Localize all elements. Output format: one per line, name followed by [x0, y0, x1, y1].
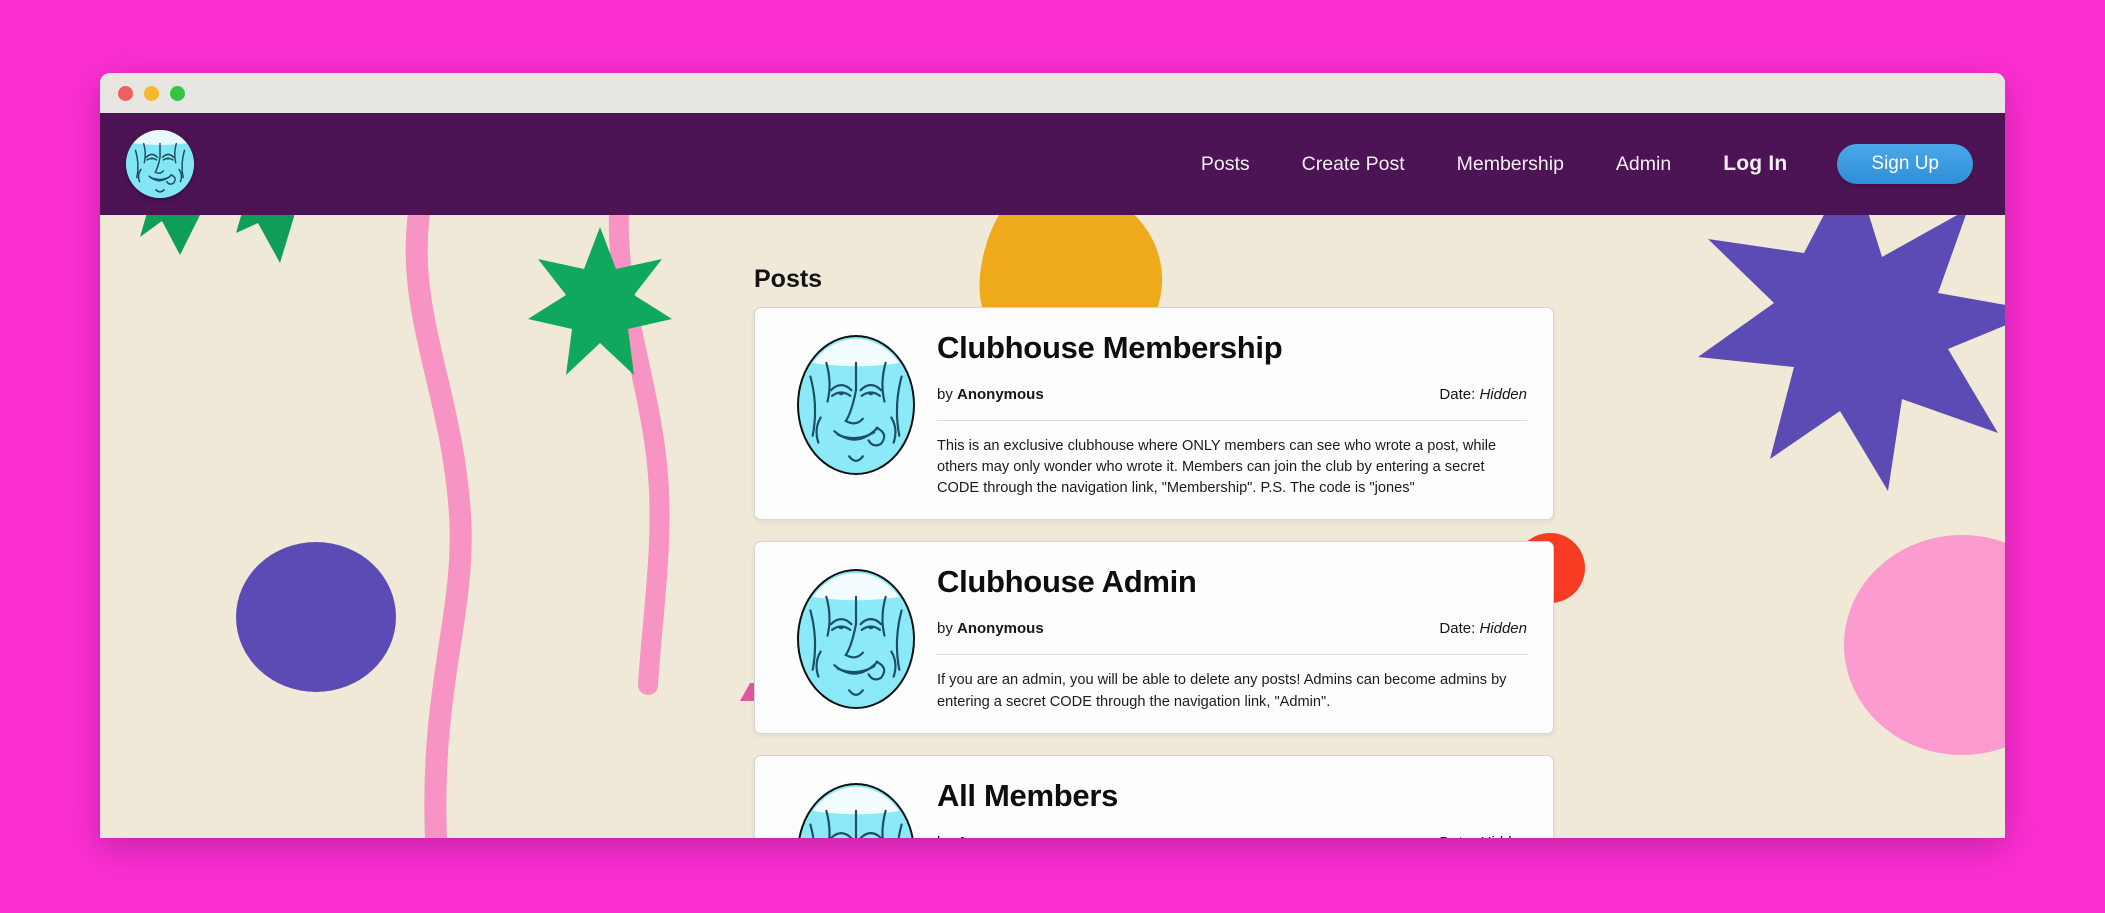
post-body: Clubhouse Admin by Anonymous Date: Hidde… [937, 560, 1531, 712]
navbar-links: Posts Create Post Membership Admin Log I… [1175, 144, 1973, 184]
post-author-name: Anonymous [957, 620, 1044, 638]
nav-link-posts[interactable]: Posts [1175, 147, 1276, 182]
page-title: Posts [754, 265, 823, 293]
nav-link-create-post[interactable]: Create Post [1276, 147, 1431, 182]
browser-titlebar [100, 73, 2005, 113]
post-date-value: Hidden [1479, 834, 1527, 838]
post-meta: by Anonymous Date: Hidden [937, 620, 1531, 637]
post-date: Date: Hidden [1439, 386, 1527, 403]
post-date-label: Date: [1439, 386, 1476, 403]
post-title: Clubhouse Admin [937, 564, 1197, 600]
post-avatar-icon [797, 569, 915, 710]
post-date-label: Date: [1439, 620, 1476, 638]
post-date: Date: Hidden [1439, 834, 1527, 838]
post-card[interactable]: Clubhouse Admin by Anonymous Date: Hidde… [754, 541, 1554, 734]
post-body: Clubhouse Membership by Anonymous Date: … [937, 326, 1531, 499]
post-meta: by Anonymous Date: Hidden [937, 834, 1531, 838]
site-navbar: Posts Create Post Membership Admin Log I… [100, 113, 2005, 215]
post-date-value: Hidden [1479, 620, 1527, 638]
post-date: Date: Hidden [1439, 620, 1527, 637]
post-divider [937, 420, 1527, 421]
post-body: All Members by Anonymous Date: Hidden As… [937, 774, 1531, 838]
post-card[interactable]: Clubhouse Membership by Anonymous Date: … [754, 307, 1554, 521]
sign-up-button[interactable]: Sign Up [1837, 144, 1973, 184]
purple-circle-icon [236, 542, 396, 692]
nav-link-admin[interactable]: Admin [1590, 147, 1697, 182]
posts-section: Posts Clubhouse Membership by Anonymous … [754, 215, 1554, 838]
page-canvas: Posts Clubhouse Membership by Anonymous … [100, 215, 2005, 838]
post-avatar-icon [797, 335, 915, 475]
post-divider [937, 654, 1527, 656]
post-date-label: Date: [1439, 834, 1475, 838]
nav-link-log-in[interactable]: Log In [1697, 146, 1813, 182]
pink-wave-line-icon [405, 215, 472, 838]
minimize-window-button[interactable] [144, 85, 159, 101]
green-spike-left-2-icon [236, 215, 295, 263]
post-author: by Anonymous [937, 386, 1044, 403]
close-window-button[interactable] [118, 85, 133, 101]
post-author: by Anonymous [937, 834, 1044, 838]
post-date-value: Hidden [1479, 386, 1527, 403]
maximize-window-button[interactable] [170, 85, 185, 101]
post-text: This is an exclusive clubhouse where ONL… [937, 438, 1497, 497]
post-author: by Anonymous [937, 620, 1044, 637]
green-star-icon [528, 227, 672, 375]
post-title: Clubhouse Membership [937, 330, 1283, 365]
post-author-name: Anonymous [957, 386, 1044, 403]
post-card[interactable]: All Members by Anonymous Date: Hidden As… [754, 754, 1554, 838]
post-author-name: Anonymous [957, 834, 1044, 838]
brand-logo-icon[interactable] [126, 130, 194, 198]
nav-link-membership[interactable]: Membership [1431, 147, 1590, 182]
post-text: If you are an admin, you will be able to… [937, 672, 1507, 710]
purple-star-icon [1698, 215, 2005, 491]
browser-window: Posts Create Post Membership Admin Log I… [100, 73, 2005, 838]
post-title: All Members [937, 777, 1119, 813]
pink-wave-line-2-icon [608, 215, 670, 695]
green-spike-left-icon [140, 215, 200, 255]
post-author-prefix: by [937, 834, 953, 838]
post-avatar-icon [797, 782, 915, 838]
post-author-prefix: by [937, 386, 953, 403]
post-author-prefix: by [937, 620, 953, 638]
post-meta: by Anonymous Date: Hidden [937, 386, 1531, 403]
pink-circle-icon [1844, 535, 2005, 755]
